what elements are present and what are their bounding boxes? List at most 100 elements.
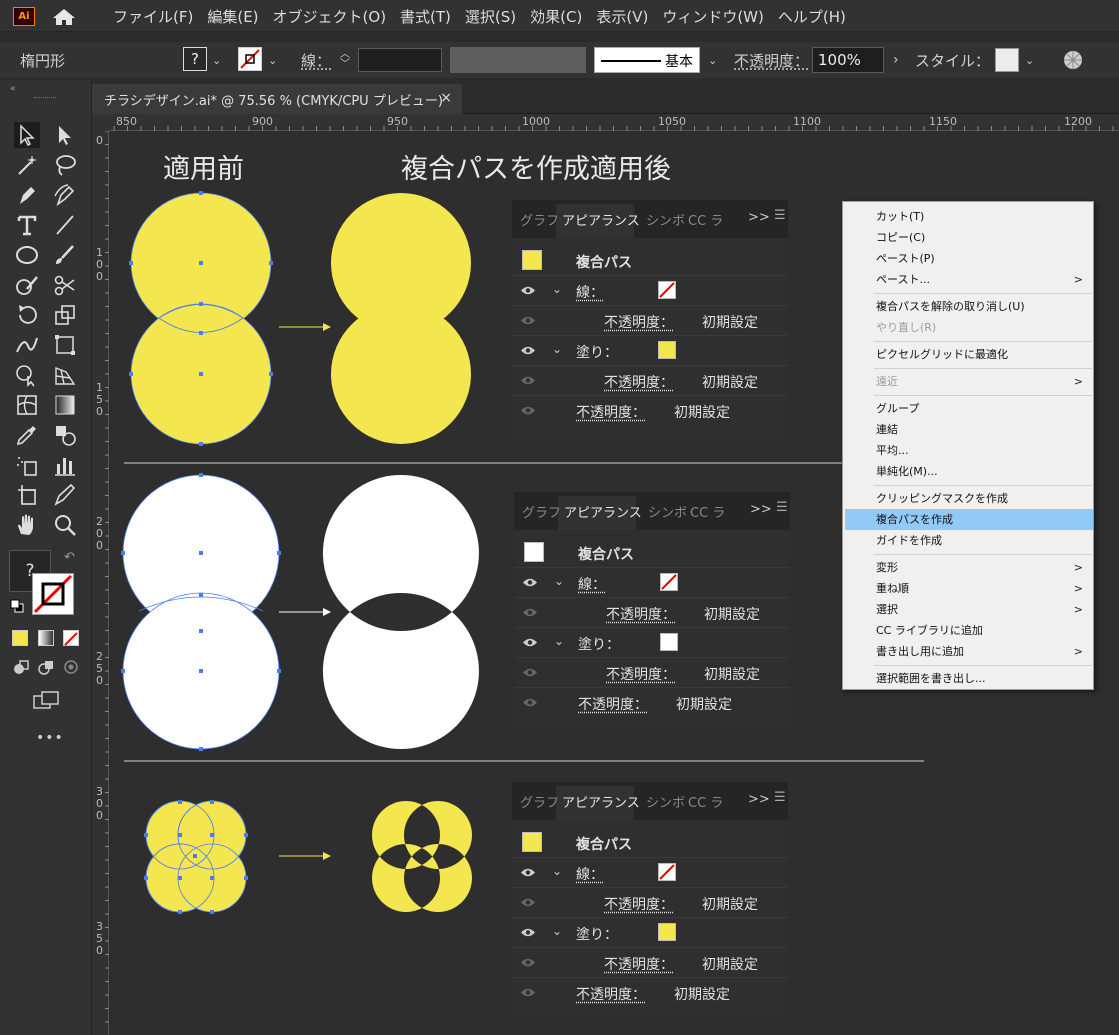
stroke-label[interactable]: 線：	[578, 574, 606, 594]
context-menu-item[interactable]: 重ね順 >	[845, 578, 1093, 599]
expand-chevron-icon[interactable]: ⌄	[554, 574, 564, 588]
after-yellow-compound[interactable]	[331, 193, 471, 444]
fill-dropdown-chevron-icon[interactable]: ⌄	[212, 42, 221, 78]
stroke-opacity-row[interactable]: 不透明度： 初期設定	[512, 888, 788, 918]
tab-symbol[interactable]: シンボ	[646, 792, 685, 811]
stroke-weight-input[interactable]	[358, 48, 442, 72]
perspective-grid-tool-icon[interactable]	[52, 362, 78, 388]
context-menu-item[interactable]: 書き出し用に追加 >	[845, 641, 1093, 662]
tab-symbol[interactable]: シンボ	[648, 502, 687, 521]
context-menu-item[interactable]: 平均...	[845, 440, 1093, 461]
menu-help[interactable]: ヘルプ(H)	[778, 6, 846, 27]
variable-width-profile[interactable]	[450, 47, 586, 73]
screen-mode-icon[interactable]	[32, 690, 60, 712]
recolor-artwork-icon[interactable]	[1062, 49, 1084, 71]
shaper-tool-icon[interactable]	[14, 272, 40, 298]
color-mode-button[interactable]	[12, 630, 28, 646]
opacity-label[interactable]: 不透明度：	[606, 664, 676, 684]
none-mode-button[interactable]	[63, 630, 79, 646]
direct-selection-tool-icon[interactable]	[52, 122, 78, 148]
fill-row[interactable]: ⌄ 塗り：	[514, 628, 790, 658]
swap-fill-stroke-icon[interactable]: ↶	[64, 550, 75, 565]
visibility-eye-icon[interactable]	[522, 697, 538, 708]
compound-path-row[interactable]: 複合パス	[512, 246, 788, 276]
gradient-mode-button[interactable]	[38, 630, 54, 646]
tab-appearance[interactable]: アピアランス	[562, 210, 640, 229]
scissors-tool-icon[interactable]	[52, 272, 78, 298]
visibility-eye-icon[interactable]	[522, 637, 538, 648]
stroke-opacity-row[interactable]: 不透明度： 初期設定	[514, 598, 790, 628]
opacity-label[interactable]: 不透明度：	[604, 894, 674, 914]
fill-color-swatch[interactable]	[660, 633, 678, 651]
fill-row[interactable]: ⌄ 塗り：	[512, 918, 788, 948]
context-menu-item[interactable]: 連結	[845, 419, 1093, 440]
menu-object[interactable]: オブジェクト(O)	[273, 6, 387, 27]
curvature-tool-icon[interactable]	[52, 182, 78, 208]
tab-graph[interactable]: グラフ	[522, 502, 561, 521]
rotate-tool-icon[interactable]	[14, 302, 40, 328]
object-opacity-row[interactable]: 不透明度： 初期設定	[514, 688, 790, 718]
magic-wand-tool-icon[interactable]	[14, 152, 40, 178]
visibility-eye-icon[interactable]	[522, 577, 538, 588]
document-tab[interactable]: チラシデザイン.ai* @ 75.56 % (CMYK/CPU プレビュー) ×	[92, 84, 462, 114]
hand-tool-icon[interactable]	[14, 512, 40, 538]
paintbrush-tool-icon[interactable]	[52, 242, 78, 268]
context-menu-item[interactable]: グループ	[845, 398, 1093, 419]
context-menu-item[interactable]: 複合パスを作成	[845, 509, 1093, 530]
opacity-label[interactable]: 不透明度：	[604, 954, 674, 974]
stroke-none-swatch[interactable]	[658, 863, 676, 881]
opacity-label[interactable]: 不透明度：	[604, 312, 674, 332]
panel-more-icon[interactable]: >>	[750, 502, 772, 517]
close-tab-icon[interactable]: ×	[440, 90, 452, 106]
before-four-circles[interactable]	[144, 800, 248, 914]
context-menu-item[interactable]: 複合パスを解除の取り消し(U)	[845, 296, 1093, 317]
before-yellow-circles[interactable]	[129, 191, 273, 446]
compound-path-row[interactable]: 複合パス	[514, 538, 790, 568]
pen-tool-icon[interactable]	[14, 182, 40, 208]
tab-cc-libraries[interactable]: CC ラ	[688, 210, 723, 229]
context-menu-item[interactable]: コピー(C)	[845, 227, 1093, 248]
tab-cc-libraries[interactable]: CC ラ	[690, 502, 725, 521]
blend-tool-icon[interactable]	[52, 422, 78, 448]
stroke-indicator[interactable]	[32, 573, 74, 615]
draw-inside-icon[interactable]	[62, 658, 80, 676]
brush-definition[interactable]: 基本	[594, 47, 700, 73]
fill-color-swatch[interactable]	[658, 341, 676, 359]
stroke-dropdown-chevron-icon[interactable]: ⌄	[268, 42, 277, 78]
stroke-swatch[interactable]	[238, 47, 262, 71]
menu-type[interactable]: 書式(T)	[400, 6, 451, 27]
lasso-tool-icon[interactable]	[52, 152, 78, 178]
visibility-eye-icon[interactable]	[522, 667, 538, 678]
type-tool-icon[interactable]	[14, 212, 40, 238]
opacity-label[interactable]: 不透明度：	[576, 984, 646, 1004]
visibility-eye-icon[interactable]	[520, 867, 536, 878]
free-transform-tool-icon[interactable]	[52, 332, 78, 358]
home-icon[interactable]	[52, 8, 76, 26]
menu-file[interactable]: ファイル(F)	[113, 6, 193, 27]
fill-opacity-row[interactable]: 不透明度： 初期設定	[514, 658, 790, 688]
visibility-eye-icon[interactable]	[520, 927, 536, 938]
tab-graph[interactable]: グラフ	[520, 792, 559, 811]
ellipse-tool-icon[interactable]	[14, 242, 40, 268]
panel-menu-icon[interactable]: ☰	[776, 500, 788, 515]
visibility-eye-icon[interactable]	[520, 375, 536, 386]
menu-window[interactable]: ウィンドウ(W)	[662, 6, 764, 27]
slice-tool-icon[interactable]	[52, 482, 78, 508]
style-dropdown-chevron-icon[interactable]: ⌄	[1025, 42, 1034, 78]
menu-effect[interactable]: 効果(C)	[530, 6, 582, 27]
after-four-compound[interactable]	[372, 801, 472, 912]
expand-chevron-icon[interactable]: ⌄	[552, 342, 562, 356]
tab-graph[interactable]: グラフ	[520, 210, 559, 229]
context-menu-item[interactable]: 変形 >	[845, 557, 1093, 578]
stroke-row[interactable]: ⌄ 線：	[512, 858, 788, 888]
context-menu-item[interactable]: ガイドを作成	[845, 530, 1093, 551]
shape-builder-tool-icon[interactable]	[14, 362, 40, 388]
compound-path-row[interactable]: 複合パス	[512, 828, 788, 858]
object-opacity-row[interactable]: 不透明度： 初期設定	[512, 396, 788, 426]
tab-appearance[interactable]: アピアランス	[564, 502, 642, 521]
visibility-eye-icon[interactable]	[520, 405, 536, 416]
visibility-eye-icon[interactable]	[520, 285, 536, 296]
fill-opacity-row[interactable]: 不透明度： 初期設定	[512, 366, 788, 396]
context-menu-item[interactable]: カット(T)	[845, 206, 1093, 227]
artboard-tool-icon[interactable]	[14, 482, 40, 508]
